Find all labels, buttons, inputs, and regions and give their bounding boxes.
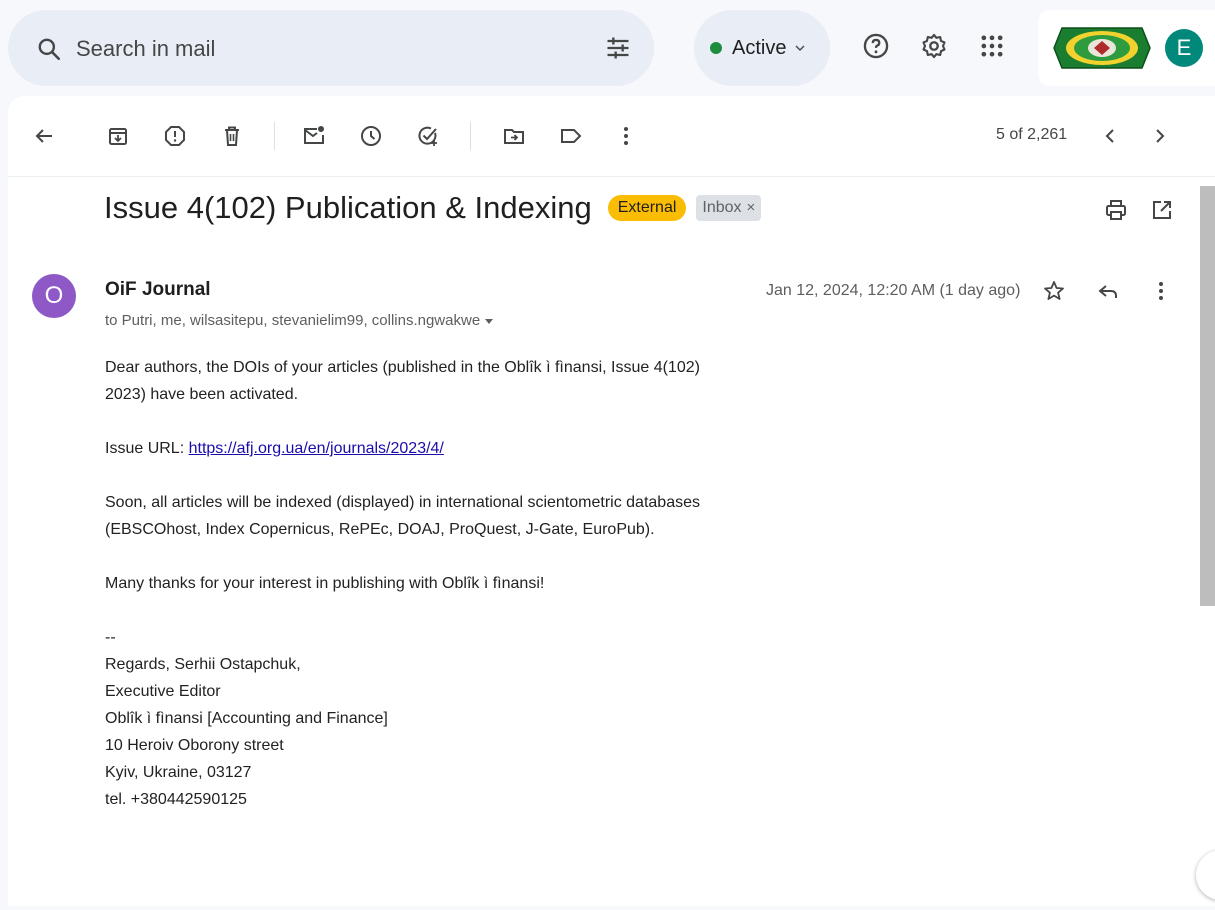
status-dot <box>710 42 722 54</box>
signature-line: -- <box>105 629 116 646</box>
message-body: Dear authors, the DOIs of your articles … <box>105 354 745 813</box>
signature-line: Kyiv, Ukraine, 03127 <box>105 764 252 781</box>
body-paragraph: Dear authors, the DOIs of your articles … <box>105 359 700 403</box>
remove-label-button[interactable]: × <box>747 199 756 216</box>
status-selector[interactable]: Active <box>694 10 830 86</box>
search-bar[interactable] <box>8 10 654 86</box>
signature-line: tel. +380442590125 <box>105 791 247 808</box>
status-label: Active <box>732 36 787 59</box>
expand-details-icon[interactable] <box>484 316 494 326</box>
report-spam-icon[interactable] <box>163 124 187 148</box>
delete-icon[interactable] <box>220 124 244 148</box>
inbox-label[interactable]: Inbox × <box>696 195 762 221</box>
scrollbar-thumb[interactable] <box>1200 186 1215 606</box>
inbox-label-text: Inbox <box>702 199 742 216</box>
toolbar-divider <box>274 122 275 150</box>
open-new-window-icon[interactable] <box>1150 198 1174 222</box>
label-icon[interactable] <box>559 124 583 148</box>
signature-line: Executive Editor <box>105 683 221 700</box>
reply-icon[interactable] <box>1096 279 1120 303</box>
add-task-icon[interactable] <box>416 124 440 148</box>
chevron-down-icon <box>795 45 805 51</box>
issue-url-label: Issue URL: <box>105 440 189 457</box>
help-icon[interactable] <box>862 32 890 60</box>
chevron-left-icon[interactable] <box>1098 124 1122 148</box>
star-icon[interactable] <box>1042 279 1066 303</box>
back-arrow-icon[interactable] <box>32 124 56 148</box>
chevron-right-icon[interactable] <box>1148 124 1172 148</box>
mark-unread-icon[interactable] <box>302 124 326 148</box>
account-switcher[interactable]: E <box>1038 10 1215 86</box>
top-header: Active E <box>0 0 1215 96</box>
message-panel: 5 of 2,261 Issue 4(102) Publication & In… <box>8 96 1215 906</box>
body-paragraph: Soon, all articles will be indexed (disp… <box>105 494 700 538</box>
move-to-icon[interactable] <box>502 124 526 148</box>
body-paragraph: Many thanks for your interest in publish… <box>105 575 545 592</box>
recipients-line[interactable]: to Putri, me, wilsasitepu, stevanielim99… <box>105 312 494 329</box>
apps-icon[interactable] <box>978 32 1006 60</box>
signature: -- Regards, Serhii Ostapchuk, Executive … <box>105 624 745 813</box>
organization-logo[interactable] <box>1052 24 1152 72</box>
email-subject: Issue 4(102) Publication & Indexing <box>104 190 592 225</box>
signature-line: Regards, Serhii Ostapchuk, <box>105 656 301 673</box>
more-vert-icon[interactable] <box>614 124 638 148</box>
print-icon[interactable] <box>1104 198 1128 222</box>
body-paragraph: Issue URL: https://afj.org.ua/en/journal… <box>105 435 745 462</box>
signature-line: 10 Heroiv Oborony street <box>105 737 284 754</box>
settings-icon[interactable] <box>920 32 948 60</box>
message-toolbar: 5 of 2,261 <box>8 96 1215 177</box>
sender-avatar[interactable]: O <box>32 274 76 318</box>
subject-row: Issue 4(102) Publication & Indexing Exte… <box>104 188 762 228</box>
search-input[interactable] <box>74 32 578 66</box>
account-avatar[interactable]: E <box>1165 29 1203 67</box>
snooze-icon[interactable] <box>359 124 383 148</box>
external-label[interactable]: External <box>607 195 687 221</box>
message-date: Jan 12, 2024, 12:20 AM (1 day ago) <box>766 282 1021 299</box>
search-icon[interactable] <box>36 36 62 62</box>
recipients-text: to Putri, me, wilsasitepu, stevanielim99… <box>105 312 481 329</box>
issue-url-link[interactable]: https://afj.org.ua/en/journals/2023/4/ <box>189 440 444 457</box>
more-vert-icon[interactable] <box>1149 279 1173 303</box>
tune-icon[interactable] <box>604 34 632 62</box>
archive-icon[interactable] <box>106 124 130 148</box>
toolbar-divider <box>470 122 471 150</box>
pagination-count: 5 of 2,261 <box>996 126 1068 143</box>
signature-line: Oblîk ì fìnansi [Accounting and Finance] <box>105 710 388 727</box>
sender-name[interactable]: OiF Journal <box>105 279 211 301</box>
